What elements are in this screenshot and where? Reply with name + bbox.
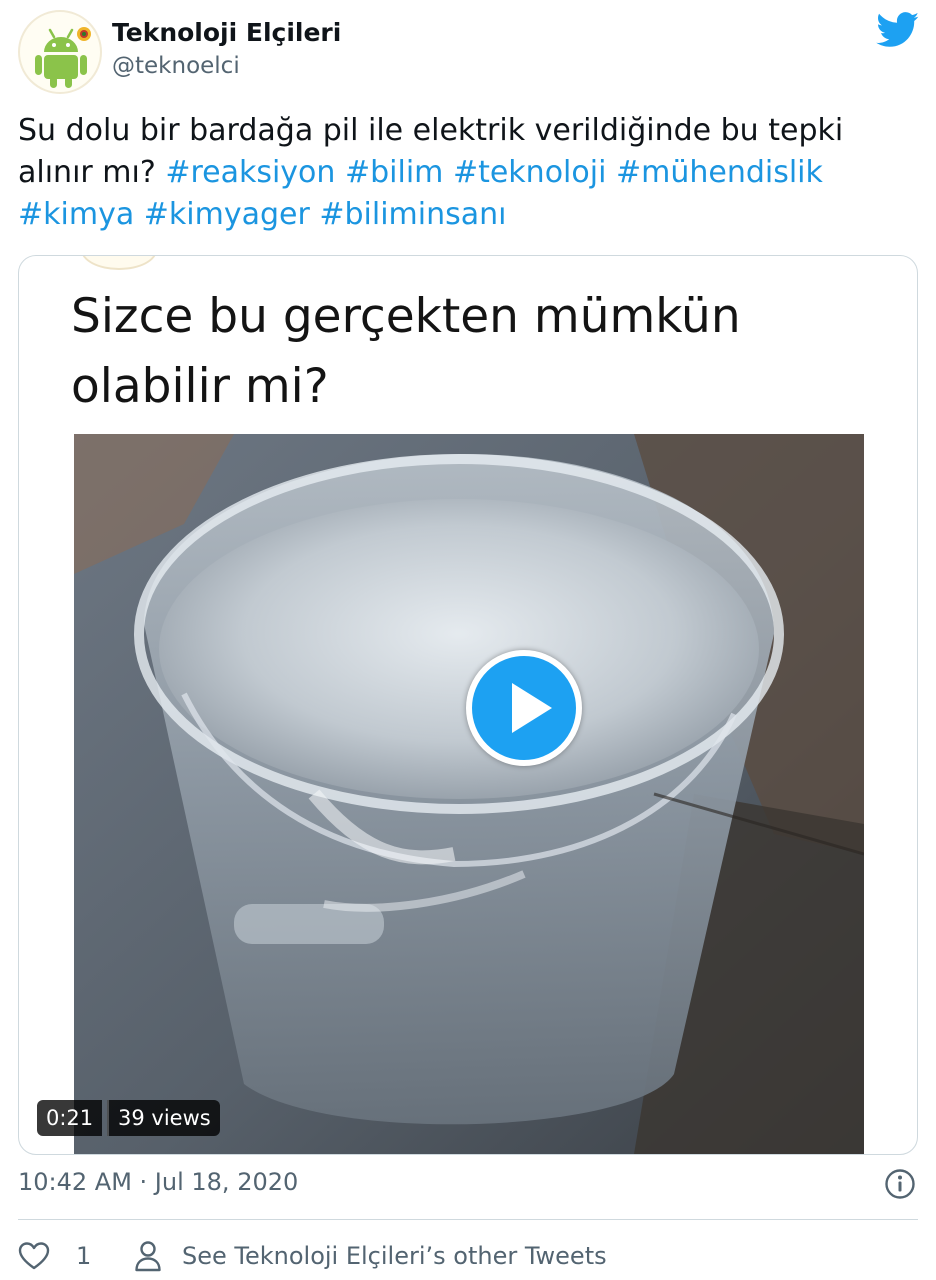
- tweet-timestamp[interactable]: 10:42 AM · Jul 18, 2020: [18, 1168, 298, 1196]
- hashtag-link[interactable]: #kimya: [18, 197, 134, 232]
- video-caption: Sizce bu gerçekten mümkün olabilir mi?: [71, 289, 741, 414]
- hashtag-link[interactable]: #bilim: [345, 155, 443, 190]
- like-count: 1: [76, 1242, 92, 1270]
- other-tweets-label: See Teknoloji Elçileri’s other Tweets: [182, 1242, 607, 1270]
- card-decoration: [81, 256, 157, 270]
- hashtag-link[interactable]: #mühendislik: [616, 155, 823, 190]
- author-display-name[interactable]: Teknoloji Elçileri: [112, 18, 341, 47]
- person-icon: [135, 1241, 161, 1272]
- other-tweets-link[interactable]: See Teknoloji Elçileri’s other Tweets: [134, 1236, 607, 1276]
- video-duration: 0:21: [37, 1100, 103, 1136]
- play-button[interactable]: [466, 650, 582, 766]
- info-icon[interactable]: [884, 1168, 916, 1200]
- divider: [18, 1219, 918, 1220]
- play-icon: [512, 683, 552, 733]
- video-views: 39 views: [107, 1100, 220, 1136]
- video-card[interactable]: Sizce bu gerçekten mümkün olabilir mi? 0…: [18, 255, 918, 1155]
- video-player[interactable]: [74, 434, 864, 1154]
- tweet-text: Su dolu bir bardağa pil ile elektrik ver…: [18, 110, 918, 236]
- heart-icon: [18, 1242, 50, 1270]
- avatar[interactable]: [18, 10, 102, 94]
- hashtag-link[interactable]: #reaksiyon: [165, 155, 335, 190]
- hashtag-link[interactable]: #kimyager: [144, 197, 310, 232]
- like-button[interactable]: 1: [18, 1236, 91, 1276]
- hashtag-link[interactable]: #biliminsanı: [319, 197, 506, 232]
- author-handle[interactable]: @teknoelci: [112, 53, 240, 79]
- twitter-bird-icon[interactable]: [876, 12, 920, 48]
- video-thumbnail: [74, 434, 864, 1154]
- hashtag-link[interactable]: #teknoloji: [453, 155, 606, 190]
- android-robot-icon: [35, 27, 91, 88]
